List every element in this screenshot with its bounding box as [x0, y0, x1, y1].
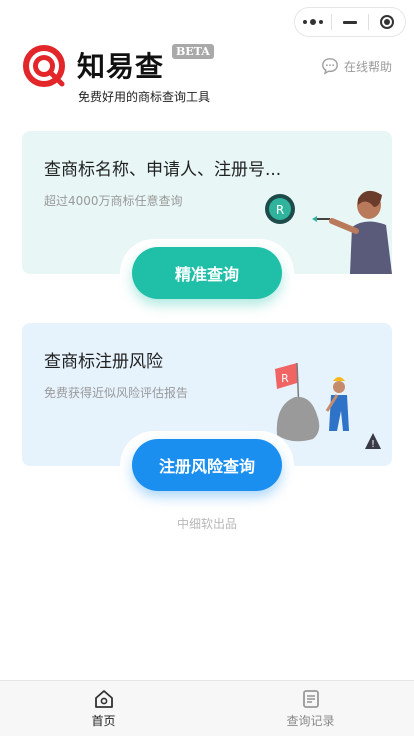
svg-text:R: R: [276, 203, 284, 217]
minimize-icon: [343, 20, 357, 24]
card-description: 免费获得近似风险评估报告: [44, 386, 189, 400]
registration-risk-button[interactable]: 注册风险查询: [132, 439, 282, 491]
close-miniprogram-button[interactable]: [369, 8, 405, 36]
close-circle-icon: [380, 15, 394, 29]
tab-label: 查询记录: [286, 713, 335, 728]
precise-search-button[interactable]: 精准查询: [132, 247, 282, 299]
minimize-button[interactable]: [332, 8, 368, 36]
svg-text:!: !: [371, 439, 375, 450]
more-icon: [303, 19, 323, 25]
svg-text:R: R: [281, 372, 289, 385]
app-title: 知易查: [77, 50, 165, 83]
more-button[interactable]: [295, 8, 331, 36]
beta-badge: BETA: [172, 44, 214, 59]
tab-home[interactable]: 首页: [0, 681, 207, 736]
tab-history[interactable]: 查询记录: [207, 681, 414, 736]
help-label: 在线帮助: [343, 59, 392, 74]
card-title: 查商标名称、申请人、注册号...: [44, 160, 282, 180]
online-help-link[interactable]: 在线帮助: [321, 57, 392, 75]
bottom-tab-bar: 首页 查询记录: [0, 680, 414, 736]
chat-bubble-icon: [322, 58, 338, 75]
button-halo: 注册风险查询: [120, 431, 294, 499]
risk-flag-illustration: R !: [275, 362, 381, 450]
miniprogram-capsule: [294, 7, 406, 37]
card-description: 超过4000万商标任意查询: [44, 194, 183, 208]
precise-search-card[interactable]: 查商标名称、申请人、注册号... 超过4000万商标任意查询 R 精准查询: [22, 131, 392, 307]
home-icon: [94, 689, 113, 708]
tab-label: 首页: [91, 713, 116, 728]
publisher-text: 中细软出品: [176, 517, 237, 531]
app-subtitle: 免费好用的商标查询工具: [78, 90, 211, 104]
history-icon: [302, 689, 319, 708]
registration-risk-card[interactable]: 查商标注册风险 免费获得近似风险评估报告 R ! 注册风险查询: [22, 323, 392, 499]
app-logo: [23, 45, 65, 87]
card-title: 查商标注册风险: [44, 352, 163, 372]
button-halo: 精准查询: [120, 239, 294, 307]
